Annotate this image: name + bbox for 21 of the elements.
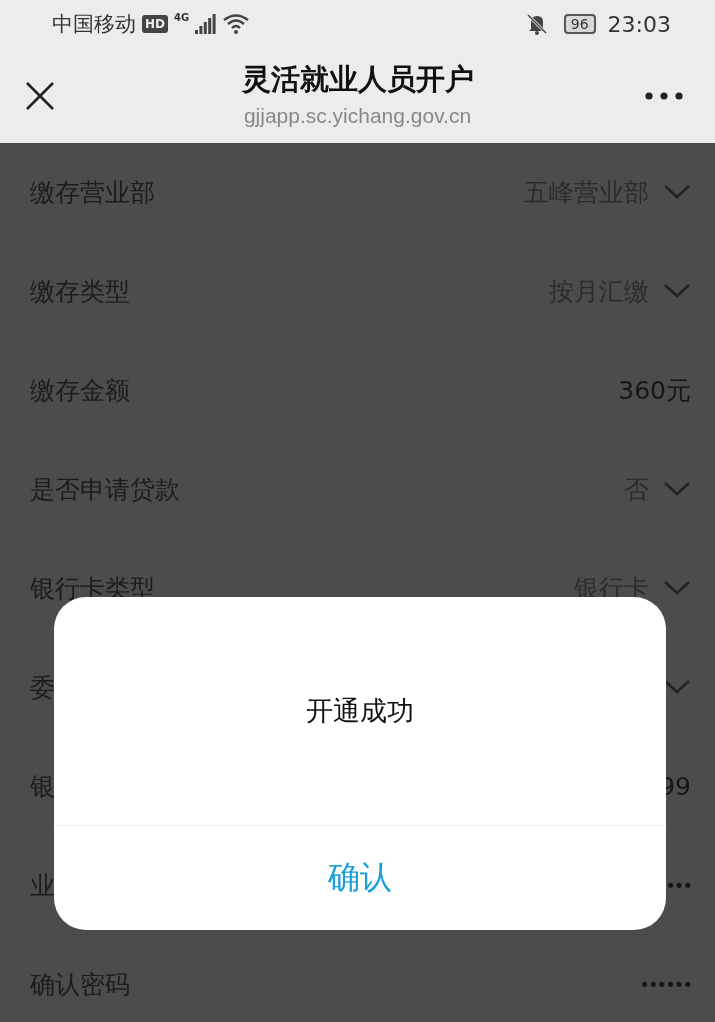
battery-level: 96 — [563, 14, 596, 34]
field-value[interactable]: •••••• — [639, 973, 691, 995]
wifi-icon — [223, 14, 250, 34]
chevron-down-icon — [663, 679, 691, 695]
field-value[interactable]: ••• — [665, 874, 691, 896]
more-icon[interactable] — [645, 91, 683, 100]
signal-icon — [195, 14, 218, 34]
close-icon[interactable] — [25, 80, 55, 111]
chevron-down-icon — [663, 481, 691, 497]
network-type: 4G — [174, 12, 190, 23]
confirm-button[interactable]: 确认 — [54, 826, 666, 930]
hd-badge: HD — [142, 15, 168, 33]
chevron-down-icon — [663, 283, 691, 299]
bell-off-icon — [525, 13, 548, 35]
dialog-message: 开通成功 — [306, 694, 414, 728]
clock: 23:03 — [607, 11, 671, 37]
page-title: 灵活就业人员开户 — [241, 60, 474, 98]
chevron-down-icon — [663, 184, 691, 200]
chevron-down-icon — [663, 580, 691, 596]
page-url: gjjapp.sc.yichang.gov.cn — [243, 103, 472, 128]
carrier-name: 中国移动 — [52, 11, 136, 38]
